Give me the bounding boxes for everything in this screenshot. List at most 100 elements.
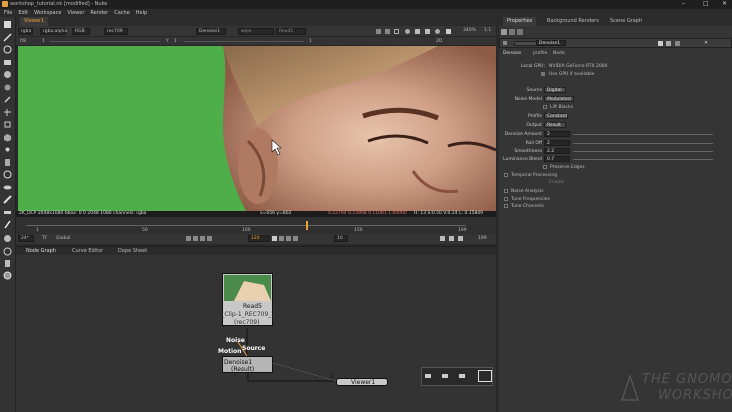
denoise-amount-slider[interactable] — [573, 134, 713, 135]
3d-tool-icon[interactable] — [3, 133, 12, 142]
menu-file[interactable]: File — [4, 10, 12, 16]
end-frame[interactable]: 199 — [478, 236, 487, 241]
minimize-button[interactable]: – — [682, 0, 685, 7]
transform-tool-icon[interactable] — [3, 120, 12, 129]
frame-step-field[interactable]: 10 — [334, 235, 348, 242]
smoothness-field[interactable]: 2.2 — [544, 148, 570, 154]
deep-tool-icon[interactable] — [3, 158, 12, 167]
mask-icon[interactable] — [415, 29, 420, 34]
menu-viewer[interactable]: Viewer — [67, 10, 84, 16]
playhead[interactable] — [306, 221, 308, 230]
node-close-icon[interactable]: ✕ — [704, 40, 708, 46]
luminance-blend-slider[interactable] — [573, 159, 713, 160]
input-a-dropdown[interactable]: Denoise1 — [196, 28, 226, 35]
node-graph-canvas[interactable]: Read5 P0048_ep_Clip-1_REC709_2K.mov (rec… — [16, 255, 496, 412]
step-forward-button[interactable] — [279, 236, 284, 241]
views-tool-icon[interactable] — [3, 170, 12, 179]
flipbook-icon[interactable] — [458, 236, 463, 241]
image-tool-icon[interactable] — [3, 20, 12, 29]
clip-icon[interactable] — [385, 29, 390, 34]
lut-dropdown[interactable]: rec709 — [104, 28, 128, 35]
menu-workspace[interactable]: Workspace — [34, 10, 61, 16]
colorspace-dropdown[interactable]: RGB — [72, 28, 90, 35]
first-frame-button[interactable] — [186, 236, 191, 241]
lock-panel-icon[interactable] — [509, 29, 515, 35]
profile-dropdown[interactable]: Constant — [544, 113, 568, 119]
menu-cache[interactable]: Cache — [114, 10, 130, 16]
temporal-processing-toggle[interactable] — [504, 173, 508, 177]
zoom-ratio[interactable]: 1:1 — [484, 28, 491, 33]
gamma-slider[interactable] — [184, 41, 304, 42]
current-frame-field[interactable]: 120 — [248, 235, 270, 242]
luminance-blend-field[interactable]: 0.7 — [544, 156, 570, 162]
metadata-tool-icon[interactable] — [3, 183, 12, 192]
gain-slider[interactable] — [50, 41, 160, 42]
viewer-mode[interactable]: 2D — [436, 39, 442, 44]
next-keyframe-button[interactable] — [286, 236, 291, 241]
max-panels-icon[interactable] — [501, 29, 507, 35]
tune-channels-toggle[interactable] — [504, 204, 508, 208]
globe-tool-icon[interactable] — [3, 271, 12, 280]
source-dropdown[interactable]: Digital — [544, 87, 566, 93]
node-float-icon[interactable] — [675, 41, 680, 46]
zoom-level[interactable]: 340% — [463, 28, 476, 33]
timeline-track[interactable] — [26, 225, 466, 226]
overlay-icon[interactable] — [425, 29, 430, 34]
alpha-dropdown[interactable]: rgba.alpha — [40, 28, 67, 35]
roll-off-slider[interactable] — [573, 143, 713, 144]
step-back-button[interactable] — [200, 236, 205, 241]
proxy-icon[interactable] — [405, 29, 410, 34]
clear-panel-icon[interactable] — [517, 29, 523, 35]
wipe-dropdown[interactable]: wipe — [238, 28, 274, 35]
filter-tool-icon[interactable] — [3, 83, 12, 92]
tf-dropdown[interactable]: TF — [42, 236, 47, 241]
gizmo-tool-icon[interactable] — [3, 234, 12, 243]
plugin-tool-icon[interactable] — [3, 247, 12, 256]
close-button[interactable]: ✕ — [722, 0, 727, 7]
node-info-icon[interactable] — [666, 41, 671, 46]
node-help-icon[interactable] — [658, 41, 663, 46]
menu-render[interactable]: Render — [90, 10, 108, 16]
roi-icon[interactable] — [376, 29, 381, 34]
cara-tool-icon[interactable] — [3, 259, 12, 268]
tab-properties[interactable]: Properties — [503, 17, 537, 26]
node-graph-navigator[interactable] — [421, 367, 493, 386]
play-forward-button[interactable] — [272, 236, 277, 241]
viewer-node[interactable]: Viewer1 — [336, 378, 388, 386]
channels-dropdown[interactable]: rgba — [18, 28, 33, 35]
toolsets-tool-icon[interactable] — [3, 195, 12, 204]
noise-analysis-toggle[interactable] — [504, 189, 508, 193]
use-gpu-checkbox[interactable] — [541, 72, 545, 76]
keyer-tool-icon[interactable] — [3, 95, 12, 104]
play-backward-button[interactable] — [207, 236, 212, 241]
lock-icon[interactable] — [449, 236, 454, 241]
viewer-image[interactable] — [18, 46, 496, 211]
furnace-tool-icon[interactable] — [3, 220, 12, 229]
gain-value[interactable]: 1 — [42, 39, 45, 44]
time-tool-icon[interactable] — [3, 45, 12, 54]
color-tool-icon[interactable] — [3, 70, 12, 79]
draw-tool-icon[interactable] — [3, 33, 12, 42]
subtab-profile[interactable]: profile — [533, 51, 547, 56]
denoise-amount-field[interactable]: 2 — [544, 131, 570, 137]
lift-blacks-checkbox[interactable] — [543, 105, 547, 109]
tune-frequencies-toggle[interactable] — [504, 197, 508, 201]
preserve-edges-checkbox[interactable] — [543, 165, 547, 169]
menu-edit[interactable]: Edit — [18, 10, 28, 16]
tab-background-renders[interactable]: Background Renders — [543, 17, 603, 26]
particles-tool-icon[interactable] — [3, 145, 12, 154]
other-tool-icon[interactable] — [3, 208, 12, 217]
subtab-denoise[interactable]: Denoise — [503, 51, 521, 56]
tab-viewer1[interactable]: Viewer1 — [20, 17, 49, 26]
noise-model-dropdown[interactable]: Modulated — [544, 96, 574, 102]
subtab-node[interactable]: Node — [553, 51, 565, 56]
collapse-icon[interactable] — [503, 41, 507, 45]
roll-off-field[interactable]: 2 — [544, 140, 570, 146]
smoothness-slider[interactable] — [573, 151, 713, 152]
loop-icon[interactable] — [440, 236, 445, 241]
merge-tool-icon[interactable] — [3, 108, 12, 117]
channel-tool-icon[interactable] — [3, 58, 12, 67]
gpu-icon[interactable] — [435, 29, 440, 34]
maximize-button[interactable]: □ — [703, 0, 709, 7]
node-name-field[interactable]: Denoise1 — [536, 40, 566, 46]
